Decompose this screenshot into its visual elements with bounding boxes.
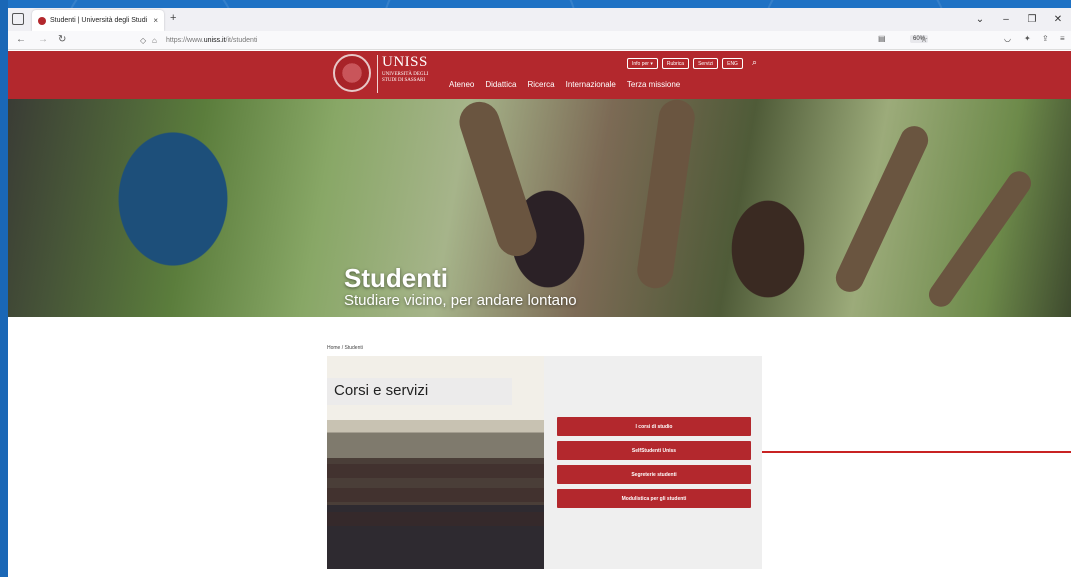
new-tab-button[interactable]: +	[170, 12, 176, 24]
nav-item-ricerca[interactable]: Ricerca	[527, 80, 554, 89]
tree-trunk	[831, 121, 933, 297]
tab-close-icon[interactable]: ×	[153, 16, 158, 25]
minimize-button[interactable]: –	[993, 14, 1019, 25]
reader-view-icon[interactable]: ▤	[878, 34, 886, 43]
reload-icon[interactable]: ↻	[58, 34, 66, 45]
shield-icon[interactable]: ◇	[140, 36, 146, 45]
photo-row	[327, 512, 544, 526]
rubrica-button[interactable]: Rubrica	[661, 58, 690, 69]
photo-row	[327, 464, 544, 478]
back-arrow-icon[interactable]: ←	[16, 34, 26, 45]
header-utility-buttons: Info per ▾ Rubrica Servizi ENG	[627, 58, 743, 69]
hero-title: Studenti	[344, 263, 448, 293]
lock-icon[interactable]: ⌂	[152, 36, 157, 45]
photo-row	[327, 488, 544, 502]
extensions-icon[interactable]: ✦	[1024, 34, 1031, 43]
close-window-button[interactable]: ✕	[1045, 14, 1071, 25]
web-page: UNISS UNIVERSITÀ DEGLI STUDI DI SASSARI …	[8, 51, 1071, 577]
site-header: UNISS UNIVERSITÀ DEGLI STUDI DI SASSARI …	[8, 51, 1071, 99]
tree-trunk	[634, 99, 698, 291]
url-text: https://www.uniss.it/it/studenti	[166, 37, 258, 44]
search-icon[interactable]: ⌕	[752, 57, 757, 68]
forward-arrow-icon[interactable]: →	[38, 34, 48, 45]
navigation-bar: ← → ↻ ◇ ⌂ https://www.uniss.it/it/studen…	[8, 31, 1071, 50]
modulistica-button[interactable]: Modulistica per gli studenti	[557, 489, 751, 508]
tree-trunk	[924, 166, 1036, 312]
share-icon[interactable]: ⇪	[1042, 34, 1049, 43]
tree-trunk	[454, 99, 542, 262]
nav-item-didattica[interactable]: Didattica	[485, 80, 516, 89]
breadcrumb[interactable]: Home / Studenti	[327, 345, 363, 351]
tab-list-chevron-icon[interactable]: ⌄	[967, 14, 993, 25]
tab-bar: Studenti | Università degli Studi × + ⌄ …	[8, 8, 1071, 31]
window-controls: ⌄ – ❐ ✕	[967, 8, 1071, 31]
hero-banner: Studenti Studiare vicino, per andare lon…	[8, 99, 1071, 317]
tab-overview-icon[interactable]	[12, 13, 24, 25]
desktop-edge	[0, 0, 8, 577]
servizi-button[interactable]: Servizi	[693, 58, 719, 69]
university-seal-icon[interactable]	[333, 54, 371, 92]
pocket-icon[interactable]: ◡	[1004, 34, 1011, 43]
favicon-icon	[38, 16, 46, 25]
menu-icon[interactable]: ≡	[1060, 34, 1065, 43]
browser-window: Studenti | Università degli Studi × + ⌄ …	[8, 8, 1071, 577]
bookmark-star-icon[interactable]: ☆	[920, 34, 928, 45]
tab-title: Studenti | Università degli Studi	[50, 17, 148, 24]
info-per-button[interactable]: Info per ▾	[627, 58, 658, 69]
card-buttons: I corsi di studio SelfStudenti Uniss Seg…	[557, 417, 751, 508]
nav-item-terza-missione[interactable]: Terza missione	[627, 80, 680, 89]
card-title: Corsi e servizi	[327, 378, 512, 405]
selfstudenti-button[interactable]: SelfStudenti Uniss	[557, 441, 751, 460]
logo-divider	[377, 55, 378, 93]
main-navigation: Ateneo Didattica Ricerca Internazionale …	[449, 80, 680, 89]
annotation-line	[762, 451, 1071, 453]
logo-subtitle: UNIVERSITÀ DEGLI STUDI DI SASSARI	[382, 72, 429, 83]
restore-button[interactable]: ❐	[1019, 14, 1045, 25]
language-eng-button[interactable]: ENG	[722, 58, 743, 69]
active-tab[interactable]: Studenti | Università degli Studi ×	[32, 10, 164, 31]
nav-item-ateneo[interactable]: Ateneo	[449, 80, 474, 89]
logo-name[interactable]: UNISS	[382, 54, 428, 71]
address-bar[interactable]: ◇ ⌂ https://www.uniss.it/it/studenti	[136, 33, 926, 48]
segreterie-studenti-button[interactable]: Segreterie studenti	[557, 465, 751, 484]
corsi-di-studio-button[interactable]: I corsi di studio	[557, 417, 751, 436]
nav-item-internazionale[interactable]: Internazionale	[566, 80, 616, 89]
hero-subtitle: Studiare vicino, per andare lontano	[344, 292, 577, 309]
